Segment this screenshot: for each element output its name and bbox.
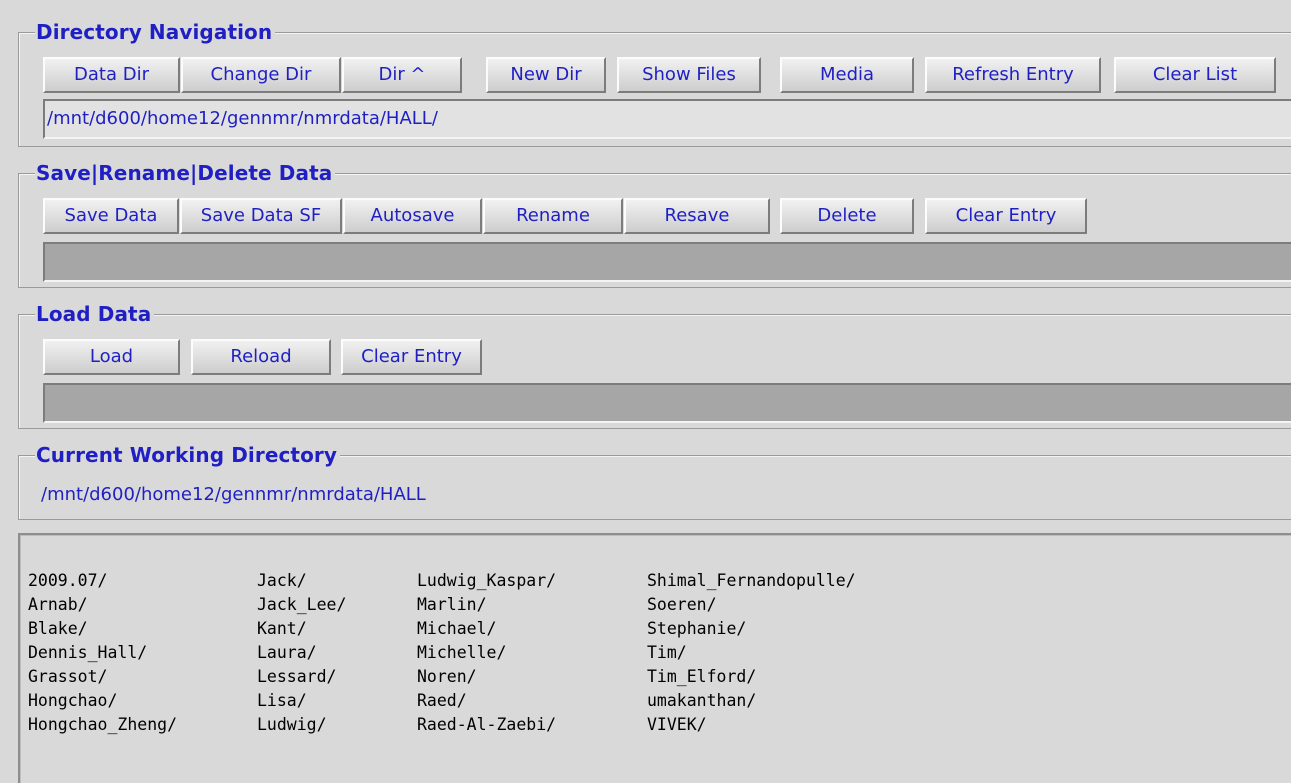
- save-entry-field[interactable]: [43, 242, 1291, 282]
- list-item[interactable]: Ludwig/: [257, 713, 346, 737]
- list-item[interactable]: Arnab/: [28, 593, 177, 617]
- list-item[interactable]: Hongchao_Zheng/: [28, 713, 177, 737]
- change-dir-button[interactable]: Change Dir: [181, 57, 341, 93]
- list-item[interactable]: Raed/: [417, 689, 556, 713]
- load-button[interactable]: Load: [43, 339, 180, 375]
- clear-list-button[interactable]: Clear List: [1114, 57, 1276, 93]
- directory-navigation-title: Directory Navigation: [35, 20, 276, 44]
- list-item[interactable]: Kant/: [257, 617, 346, 641]
- resave-button[interactable]: Resave: [624, 198, 770, 234]
- data-dir-button[interactable]: Data Dir: [43, 57, 180, 93]
- list-item[interactable]: Tim/: [647, 641, 856, 665]
- save-data-button[interactable]: Save Data: [43, 198, 179, 234]
- list-item[interactable]: Dennis_Hall/: [28, 641, 177, 665]
- list-item[interactable]: Jack_Lee/: [257, 593, 346, 617]
- list-item[interactable]: Michael/: [417, 617, 556, 641]
- file-list-column: Ludwig_Kaspar/ Marlin/ Michael/ Michelle…: [417, 569, 556, 737]
- list-item[interactable]: Hongchao/: [28, 689, 177, 713]
- file-list-column: 2009.07/ Arnab/ Blake/ Dennis_Hall/ Gras…: [28, 569, 177, 737]
- list-item[interactable]: VIVEK/: [647, 713, 856, 737]
- save-data-sf-button[interactable]: Save Data SF: [180, 198, 342, 234]
- directory-navigation-group: Directory Navigation Data Dir Change Dir…: [18, 20, 1291, 147]
- file-list-column: Shimal_Fernandopulle/ Soeren/ Stephanie/…: [647, 569, 856, 737]
- rename-button[interactable]: Rename: [483, 198, 623, 234]
- list-item[interactable]: Laura/: [257, 641, 346, 665]
- file-listing: 2009.07/ Arnab/ Blake/ Dennis_Hall/ Gras…: [18, 533, 1291, 783]
- list-item[interactable]: 2009.07/: [28, 569, 177, 593]
- list-item[interactable]: Ludwig_Kaspar/: [417, 569, 556, 593]
- save-clear-entry-button[interactable]: Clear Entry: [925, 198, 1087, 234]
- reload-button[interactable]: Reload: [191, 339, 331, 375]
- list-item[interactable]: Lessard/: [257, 665, 346, 689]
- new-dir-button[interactable]: New Dir: [486, 57, 606, 93]
- load-clear-entry-button[interactable]: Clear Entry: [341, 339, 482, 375]
- current-working-directory-group: Current Working Directory /mnt/d600/home…: [18, 443, 1291, 520]
- list-item[interactable]: Noren/: [417, 665, 556, 689]
- show-files-button[interactable]: Show Files: [617, 57, 761, 93]
- file-list-column: Jack/ Jack_Lee/ Kant/ Laura/ Lessard/ Li…: [257, 569, 346, 737]
- list-item[interactable]: Stephanie/: [647, 617, 856, 641]
- save-rename-delete-title: Save|Rename|Delete Data: [35, 161, 336, 185]
- list-item[interactable]: Michelle/: [417, 641, 556, 665]
- list-item[interactable]: Blake/: [28, 617, 177, 641]
- delete-button[interactable]: Delete: [780, 198, 914, 234]
- list-item[interactable]: Jack/: [257, 569, 346, 593]
- list-item[interactable]: Lisa/: [257, 689, 346, 713]
- file-manager-panel: Directory Navigation Data Dir Change Dir…: [0, 0, 1291, 783]
- list-item[interactable]: umakanthan/: [647, 689, 856, 713]
- list-item[interactable]: Marlin/: [417, 593, 556, 617]
- directory-path-input[interactable]: /mnt/d600/home12/gennmr/nmrdata/HALL/: [43, 99, 1291, 139]
- list-item[interactable]: Tim_Elford/: [647, 665, 856, 689]
- load-data-title: Load Data: [35, 302, 155, 326]
- save-rename-delete-group: Save|Rename|Delete Data Save Data Save D…: [18, 161, 1291, 288]
- media-button[interactable]: Media: [780, 57, 914, 93]
- refresh-entry-button[interactable]: Refresh Entry: [925, 57, 1101, 93]
- list-item[interactable]: Grassot/: [28, 665, 177, 689]
- current-working-directory-title: Current Working Directory: [35, 443, 341, 467]
- dir-up-button[interactable]: Dir ^: [342, 57, 462, 93]
- list-item[interactable]: Raed-Al-Zaebi/: [417, 713, 556, 737]
- current-working-directory-path: /mnt/d600/home12/gennmr/nmrdata/HALL: [41, 484, 426, 505]
- load-entry-field[interactable]: [43, 383, 1291, 423]
- load-data-group: Load Data Load Reload Clear Entry: [18, 302, 1291, 429]
- list-item[interactable]: Soeren/: [647, 593, 856, 617]
- autosave-button[interactable]: Autosave: [343, 198, 482, 234]
- list-item[interactable]: Shimal_Fernandopulle/: [647, 569, 856, 593]
